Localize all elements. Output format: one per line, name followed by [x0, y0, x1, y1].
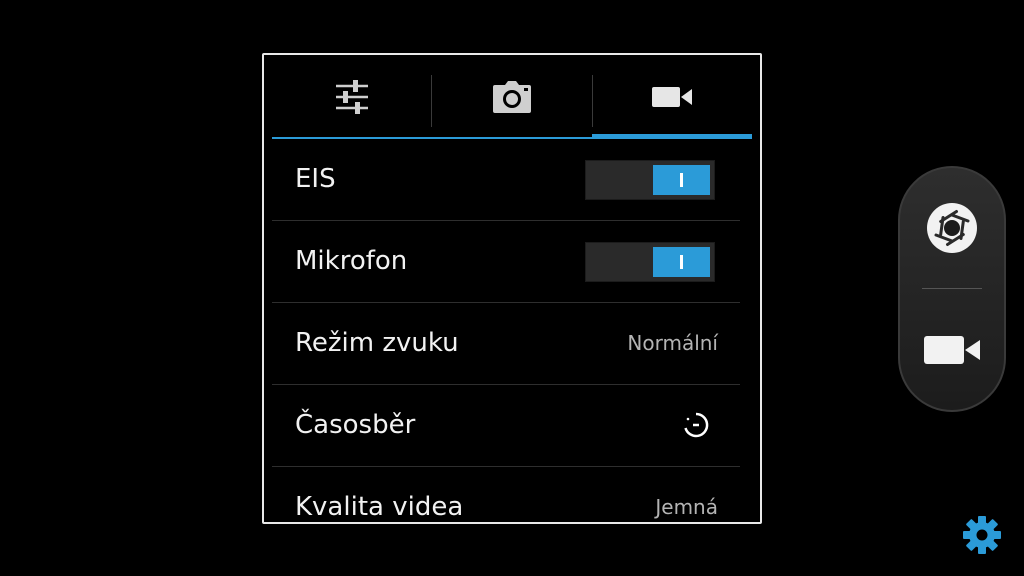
shutter-button[interactable]: [900, 168, 1004, 288]
eis-label: EIS: [295, 164, 336, 194]
video-camera-icon: [652, 87, 692, 107]
video-quality-value: Jemná: [655, 495, 718, 519]
sound-mode-label: Režim zvuku: [295, 328, 459, 358]
settings-panel: EIS Mikrofon Režim zvuku Normální Časosb…: [262, 53, 762, 524]
tab-video-settings[interactable]: [592, 55, 752, 139]
setting-row-timelapse[interactable]: Časosběr: [272, 385, 740, 467]
sound-mode-value: Normální: [627, 331, 718, 355]
video-camera-icon: [924, 335, 980, 364]
timelapse-label: Časosběr: [295, 410, 416, 440]
microphone-label: Mikrofon: [295, 246, 408, 276]
camera-icon: [493, 81, 531, 113]
setting-row-microphone[interactable]: Mikrofon: [272, 221, 740, 303]
eis-toggle[interactable]: [585, 160, 715, 200]
sliders-icon: [336, 80, 368, 114]
gear-icon[interactable]: [962, 515, 1002, 555]
video-mode-button[interactable]: [900, 289, 1004, 410]
capture-controls: [898, 166, 1006, 412]
setting-row-sound-mode[interactable]: Režim zvuku Normální: [272, 303, 740, 385]
settings-list: EIS Mikrofon Režim zvuku Normální Časosb…: [272, 139, 740, 522]
toggle-on-knob: [653, 165, 710, 195]
timer-icon: [684, 412, 709, 438]
setting-row-video-quality[interactable]: Kvalita videa Jemná: [272, 467, 740, 522]
aperture-icon: [927, 203, 977, 253]
microphone-toggle[interactable]: [585, 242, 715, 282]
video-quality-label: Kvalita videa: [295, 492, 464, 522]
toggle-on-knob: [653, 247, 710, 277]
tab-general-settings[interactable]: [272, 55, 432, 139]
settings-tabs: [272, 55, 752, 139]
tab-photo-settings[interactable]: [432, 55, 592, 139]
setting-row-eis[interactable]: EIS: [272, 139, 740, 221]
